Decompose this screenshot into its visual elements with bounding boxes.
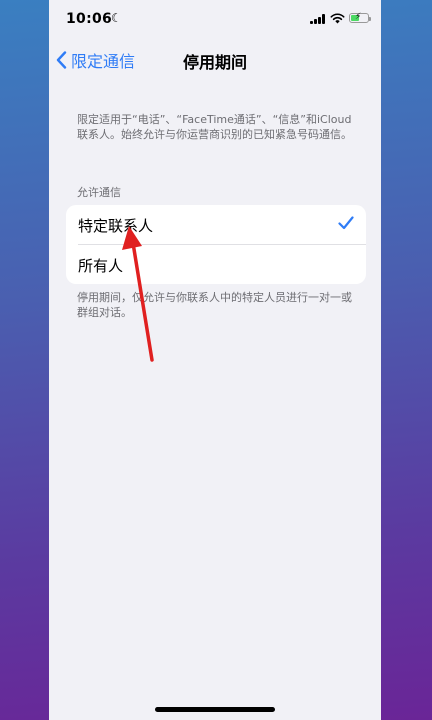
footer-text: 停用期间，仅允许与你联系人中的特定人员进行一对一或群组对话。 (77, 291, 352, 319)
status-bar: 10:06 ☾ ⚡ (49, 0, 381, 38)
status-time: 10:06 (66, 11, 113, 27)
cellular-signal-icon (310, 14, 325, 24)
battery-icon: ⚡ (349, 12, 371, 23)
page-title: 停用期间 (182, 53, 247, 72)
description-text: 限定适用于“电话”、“FaceTime通话”、“信息”和iCloud联系人。始终… (77, 113, 352, 141)
options-list: 特定联系人 所有人 (66, 205, 366, 284)
option-everyone[interactable]: 所有人 (66, 245, 366, 284)
phone-screen: 10:06 ☾ ⚡ 限定通信 停用期间 限定适用于“电话”、“FaceTime通… (49, 0, 381, 720)
option-specific-contacts[interactable]: 特定联系人 (66, 205, 366, 245)
navigation-bar: 限定通信 停用期间 (49, 40, 381, 78)
section-header: 允许通信 (77, 186, 121, 199)
checkmark-icon (338, 216, 354, 230)
wifi-icon (330, 13, 345, 24)
option-label: 特定联系人 (78, 217, 154, 235)
moon-icon: ☾ (111, 11, 122, 25)
home-indicator[interactable] (155, 707, 275, 712)
option-label: 所有人 (78, 257, 124, 275)
